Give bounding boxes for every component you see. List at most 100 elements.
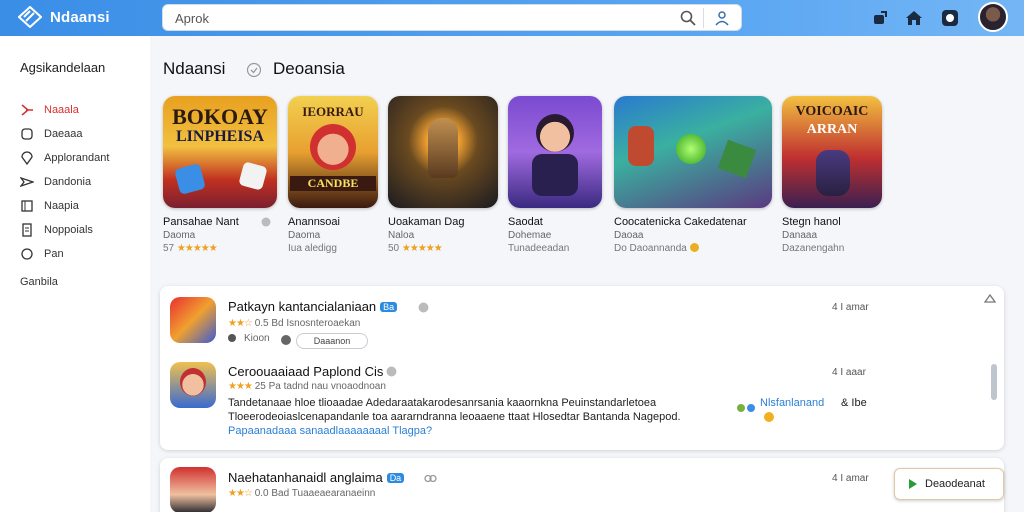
game-art-4[interactable] bbox=[508, 96, 602, 208]
block-icon bbox=[717, 139, 757, 179]
sidebar-item-label: Daeaaa bbox=[44, 128, 83, 140]
app-brand[interactable]: Ndaansi bbox=[50, 9, 110, 26]
card-name[interactable]: Anannsoai bbox=[288, 216, 340, 228]
document-icon bbox=[22, 223, 32, 237]
card-name[interactable]: Stegn hanol bbox=[782, 216, 841, 228]
section-subtitle[interactable]: Deoansia bbox=[273, 59, 345, 79]
tag-pill[interactable]: Daaanon bbox=[296, 333, 368, 349]
list-item-subtitle: Pa tadnd nau vnoaodnoan bbox=[268, 381, 386, 392]
list-item-title[interactable]: Naehatanhanaidl anglaima Da bbox=[228, 470, 405, 485]
sidebar-item-naapia[interactable]: Naapia bbox=[20, 198, 140, 216]
sidebar-item-label: Applorandant bbox=[44, 152, 110, 164]
card-meta: 50 ★★★★★ bbox=[388, 243, 443, 254]
card-meta: 57 ★★★★★ bbox=[163, 243, 218, 254]
game-art-1[interactable]: BOKOAY LINPHEISA bbox=[163, 96, 277, 208]
rating-value: 0.5 bbox=[254, 318, 269, 329]
star-rating: ★★★★★ bbox=[176, 243, 218, 254]
star-rating: ★★☆ bbox=[228, 488, 253, 499]
info-icon[interactable] bbox=[418, 302, 429, 313]
description-line: Tandetanaae hloe tlioaadae Adedaraatakar… bbox=[228, 397, 657, 409]
sidebar-item-dandonia[interactable]: Dandonia bbox=[20, 174, 140, 192]
card-name[interactable]: Uoakaman Dag bbox=[388, 216, 464, 228]
info-icon[interactable] bbox=[261, 217, 271, 227]
collapse-icon[interactable] bbox=[984, 293, 996, 303]
card-meta: Do Daoannanda bbox=[614, 243, 699, 254]
search-icon[interactable] bbox=[679, 9, 697, 27]
sidebar-item-daeaaa[interactable]: Daeaaa bbox=[20, 126, 140, 144]
sidebar-item-noppoials[interactable]: Noppoials bbox=[20, 222, 140, 240]
gem-icon bbox=[676, 134, 706, 164]
dice-icon bbox=[174, 163, 206, 195]
list-item-time: 4 I amar bbox=[832, 302, 869, 313]
sidebar: Agsikandelaan Naaala Daeaaa Applorandant… bbox=[0, 36, 150, 512]
list-item-time: 4 I aaar bbox=[832, 367, 866, 378]
card-name[interactable]: Pansahae Nant bbox=[163, 216, 239, 228]
card-meta: Iua aledigg bbox=[288, 243, 337, 254]
card-rating-value: 57 bbox=[163, 243, 175, 254]
art-title-top: IEORRAU bbox=[302, 104, 364, 119]
link-icon[interactable] bbox=[424, 473, 437, 484]
check-circle-icon[interactable] bbox=[246, 62, 262, 78]
emoji-icon bbox=[764, 412, 774, 422]
store-icon[interactable] bbox=[940, 8, 960, 28]
info-icon[interactable] bbox=[386, 366, 397, 377]
list-item-subtitle: Bad Tuaaeaearanaeinn bbox=[271, 488, 376, 499]
list-item-meta: ★★☆ 0.5 Bd Isnosnteroaekan bbox=[228, 318, 360, 329]
sidebar-item-ganbila[interactable]: Ganbila bbox=[20, 276, 58, 288]
list-item-tag: Kioon bbox=[244, 333, 270, 344]
coin-icon bbox=[689, 243, 699, 252]
card-name[interactable]: Coocatenicka Cakedatenar bbox=[614, 216, 747, 228]
sidebar-item-label: Noppoials bbox=[44, 224, 93, 236]
send-icon bbox=[20, 176, 34, 188]
scrollbar[interactable] bbox=[991, 364, 997, 400]
description-line-end: & Ibe bbox=[841, 397, 867, 409]
sidebar-item-label: Pan bbox=[44, 248, 64, 260]
description-link[interactable]: Papaanadaaa sanaadlaaaaaaaal Tlagpa? bbox=[228, 425, 432, 437]
star-rating: ★★★ bbox=[228, 381, 253, 392]
logo-icon[interactable] bbox=[18, 6, 42, 28]
art-title-mid: LINPHEISA bbox=[175, 128, 265, 145]
sidebar-item-naaala[interactable]: Naaala bbox=[20, 102, 140, 120]
user-avatar[interactable] bbox=[978, 2, 1008, 32]
toggle-icon[interactable] bbox=[281, 335, 291, 345]
game-art-5[interactable] bbox=[614, 96, 772, 208]
card-name[interactable]: Saodat bbox=[508, 216, 543, 228]
list-item-title[interactable]: Patkayn kantancialaniaan Ba bbox=[228, 299, 398, 314]
play-button[interactable]: Deaodeanat bbox=[894, 468, 1004, 500]
character-icon bbox=[816, 150, 850, 196]
card-rating-value: 50 bbox=[388, 243, 400, 254]
game-art-3[interactable] bbox=[388, 96, 498, 208]
sidebar-item-applorandant[interactable]: Applorandant bbox=[20, 150, 140, 168]
rating-value: 0.0 bbox=[254, 488, 269, 499]
app-icon[interactable] bbox=[170, 467, 216, 512]
rating-value: 25 bbox=[254, 381, 266, 392]
list-item-title[interactable]: Ceroouaaiaad Paplond Cis bbox=[228, 364, 383, 379]
search-bar[interactable]: Aprok bbox=[162, 4, 742, 31]
verified-badge: Da bbox=[386, 473, 405, 483]
circle-icon bbox=[21, 248, 33, 260]
game-art-6[interactable]: VOICOAIC ARRAN bbox=[782, 96, 882, 208]
creature-icon bbox=[628, 126, 654, 166]
list-item-time: 4 I amar bbox=[832, 473, 869, 484]
gamepad-icon[interactable] bbox=[870, 8, 890, 28]
app-icon[interactable] bbox=[170, 297, 216, 343]
description-link[interactable]: Nlsfanlanand bbox=[760, 397, 824, 409]
play-button-label: Deaodeanat bbox=[925, 478, 985, 490]
game-art-2[interactable]: IEORRAU CANDBE bbox=[288, 96, 378, 208]
sidebar-item-label: Naapia bbox=[44, 200, 79, 212]
warrior-icon bbox=[428, 118, 458, 178]
book-icon bbox=[21, 200, 33, 212]
character-icon bbox=[310, 124, 356, 170]
card-developer: Naloa bbox=[388, 230, 415, 241]
search-input[interactable]: Aprok bbox=[175, 11, 209, 26]
card-meta: Tunadeeadan bbox=[508, 243, 570, 254]
search-divider bbox=[703, 8, 704, 28]
dice-icon bbox=[238, 161, 268, 191]
sidebar-item-pan[interactable]: Pan bbox=[20, 246, 140, 264]
art-title-top: BOKOAY bbox=[172, 104, 268, 129]
card-developer: Daoaa bbox=[614, 230, 644, 241]
app-icon[interactable] bbox=[170, 362, 216, 408]
person-icon[interactable] bbox=[713, 9, 731, 27]
list-item-title-text: Patkayn kantancialaniaan bbox=[228, 299, 377, 314]
home-icon[interactable] bbox=[904, 8, 924, 28]
